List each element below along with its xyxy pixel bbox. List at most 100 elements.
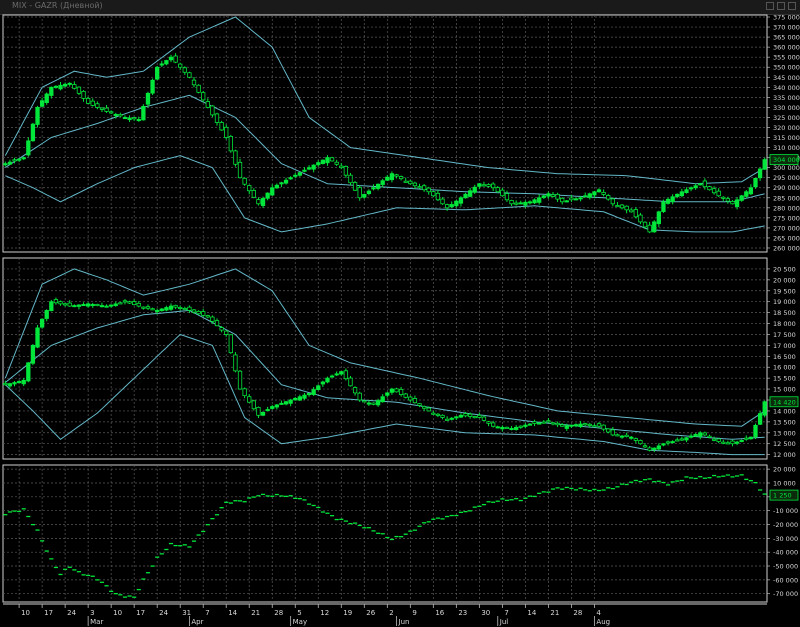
candle-body (670, 441, 675, 444)
candle-body (90, 304, 95, 307)
candle[interactable] (242, 177, 247, 186)
candle-body (7, 383, 13, 387)
x-tick-label: 7 (205, 609, 209, 617)
candle[interactable] (35, 324, 40, 349)
candle[interactable] (739, 194, 744, 202)
candle[interactable] (707, 185, 712, 191)
candle-body (109, 304, 114, 307)
candle-body (35, 106, 40, 125)
candle-body (744, 191, 749, 197)
candle-body (546, 193, 551, 197)
y-tick-label: 20 500 (773, 265, 796, 273)
candle-body (514, 426, 519, 430)
candle[interactable] (155, 65, 160, 81)
candle[interactable] (39, 318, 45, 329)
candle[interactable] (320, 159, 326, 165)
y-tick-label: 18 500 (773, 309, 796, 317)
candle[interactable] (196, 84, 201, 94)
x-tick-label: 14 (228, 609, 237, 617)
candle-body (624, 434, 629, 438)
y-tick-label: -10 000 (773, 507, 798, 515)
candle[interactable] (44, 92, 49, 105)
candle-body (251, 400, 256, 410)
candle[interactable] (30, 122, 36, 142)
candle-body (293, 397, 298, 401)
candle-body (380, 396, 385, 403)
candle[interactable] (228, 134, 233, 153)
y-tick-label: 360 000 (773, 44, 800, 52)
candle-body (76, 304, 82, 307)
candle[interactable] (753, 177, 758, 189)
y-tick-label: 12 500 (773, 440, 796, 448)
candle[interactable] (141, 104, 146, 121)
candle[interactable] (371, 402, 376, 406)
candle-body (748, 187, 754, 195)
candle-body (12, 159, 17, 162)
candle[interactable] (260, 411, 266, 417)
candle[interactable] (403, 392, 408, 399)
candle-body (224, 330, 229, 335)
candle-body (85, 303, 91, 307)
candle[interactable] (762, 157, 767, 170)
candle-body (265, 409, 270, 412)
candle[interactable] (472, 415, 477, 419)
candle-body (444, 204, 450, 209)
y-tick-label: 330 000 (773, 104, 800, 112)
candle[interactable] (233, 352, 238, 373)
candle[interactable] (228, 334, 233, 354)
candle[interactable] (49, 299, 54, 312)
candle-body (362, 400, 367, 403)
price-pane-gazr[interactable]: 260 000 265 000 270 000 275 000 280 000 285 0… (2, 14, 800, 253)
candle[interactable] (357, 391, 362, 402)
candle-body (679, 438, 685, 441)
candle-body (619, 204, 625, 209)
candle-body (693, 185, 698, 189)
candle[interactable] (30, 344, 36, 366)
candle[interactable] (187, 71, 192, 79)
candle[interactable] (26, 362, 31, 383)
y-tick-label: 15 500 (773, 375, 796, 383)
candle[interactable] (652, 220, 657, 233)
candle-body (260, 198, 266, 206)
candle-body (316, 162, 321, 166)
candle-body (118, 114, 123, 117)
spread-pane[interactable]: 20 00010 0000-10 000-20 000-30 000-40 00… (2, 464, 799, 603)
candle-body (642, 221, 648, 228)
candle-body (707, 435, 712, 438)
candle-body (532, 421, 537, 424)
candle[interactable] (76, 86, 82, 95)
candle[interactable] (219, 120, 224, 131)
candle-body (380, 180, 385, 185)
candle[interactable] (237, 370, 243, 390)
candle[interactable] (753, 423, 758, 440)
candle[interactable] (35, 105, 40, 128)
candle-body (587, 423, 592, 426)
candle-body (283, 401, 289, 405)
candle[interactable] (251, 399, 256, 411)
candle-body (339, 371, 344, 375)
candle-body (201, 311, 206, 316)
candle[interactable] (762, 400, 767, 418)
candle-body (601, 192, 606, 195)
candle-body (619, 435, 625, 438)
candle-body (348, 174, 353, 184)
candle-body (444, 418, 450, 421)
x-tick-label: 7 (504, 609, 508, 617)
candle-body (753, 424, 758, 438)
candle-body (725, 442, 731, 445)
candle[interactable] (394, 387, 399, 393)
candle-body (684, 189, 689, 194)
candle[interactable] (150, 78, 155, 96)
candle[interactable] (95, 303, 100, 307)
candle[interactable] (352, 180, 358, 191)
last-value-label: 14 420 (773, 398, 796, 406)
price-pane-second[interactable]: 12 00012 50013 00013 50014 00014 50015 0… (2, 257, 799, 460)
candle[interactable] (638, 439, 643, 445)
candle[interactable] (233, 149, 238, 167)
candle-body (500, 189, 505, 197)
pane-frame (2, 257, 768, 460)
chart-area[interactable]: 260 000 265 000 270 000 275 000 280 000 285 0… (0, 0, 800, 627)
candle[interactable] (661, 199, 666, 214)
candle[interactable] (329, 156, 335, 162)
candle-body (638, 440, 643, 445)
